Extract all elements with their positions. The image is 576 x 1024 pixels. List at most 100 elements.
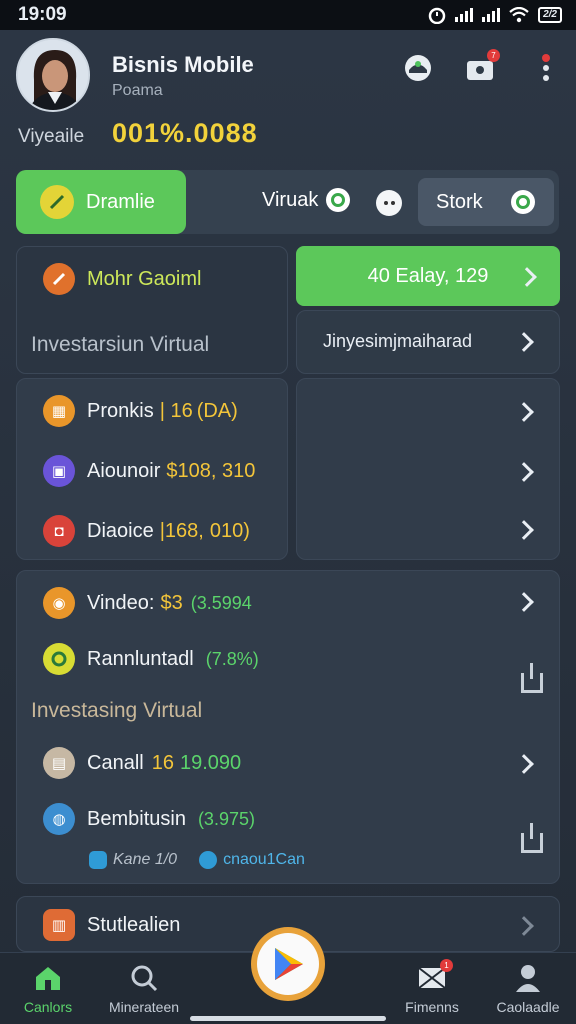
holdings-actions-card <box>296 378 560 560</box>
nav-label: Canlors <box>23 999 73 1015</box>
tab-dramlie[interactable]: Dramlie <box>16 170 186 234</box>
chevron-right-icon[interactable] <box>514 402 534 422</box>
tag-icon <box>89 851 107 869</box>
helmet-icon <box>405 55 431 81</box>
card-title: Mohr Gaoiml <box>87 267 202 290</box>
list-item[interactable]: ◘ Diaoice |168, 010) <box>43 515 250 547</box>
item-amount: 16 <box>151 751 174 774</box>
alarm-icon <box>428 7 446 24</box>
nav-item-canlors[interactable]: Canlors <box>0 963 96 1015</box>
film-icon: ▤ <box>43 747 75 779</box>
chevron-right-icon <box>517 267 537 287</box>
tab-stork[interactable]: Stork <box>418 178 554 226</box>
item-note: 19.090 <box>179 751 242 774</box>
list-item[interactable]: ▤ Canall 16 19.090 <box>43 747 241 779</box>
list-item[interactable]: ▦ Pronkis | 16 (DA) <box>43 395 238 427</box>
segmented-tabs: Dramlie Viruak Stork <box>16 170 559 234</box>
chevron-right-icon[interactable] <box>514 520 534 540</box>
box-icon: ◘ <box>43 515 75 547</box>
investment-list-link[interactable]: Jinyesimjmaiharad <box>296 310 560 374</box>
pencil-icon <box>40 185 74 219</box>
item-note: (3.975) <box>197 808 255 829</box>
list-item[interactable]: ◍ Bembitusin (3.975) <box>43 803 255 835</box>
coin-icon: ◉ <box>43 587 75 619</box>
play-icon <box>257 933 319 995</box>
balance-value: 001%.0088 <box>112 118 258 148</box>
item-amount: | 16 <box>159 399 193 422</box>
item-amount: $3 <box>160 591 183 614</box>
item-note: (7.8%) <box>205 648 259 669</box>
holdings-card: ▦ Pronkis | 16 (DA) ▣ Aiounoir $108, 310… <box>16 378 288 560</box>
status-dot-icon <box>510 190 535 214</box>
share-icon[interactable] <box>521 823 543 853</box>
chevron-right-icon[interactable] <box>514 592 534 612</box>
item-note: (3.5994 <box>190 592 252 613</box>
notifications-button[interactable]: 7 <box>464 49 500 84</box>
search-icon <box>129 963 159 993</box>
signal-icon-2 <box>482 8 501 22</box>
home-icon <box>33 963 63 993</box>
profile-photo <box>18 40 88 110</box>
wifi-icon <box>509 7 529 23</box>
mail-icon: 1 <box>417 959 453 993</box>
user-status-button[interactable] <box>402 52 434 84</box>
globe-icon: ◍ <box>43 803 75 835</box>
item-amount: $108, 310 <box>166 459 256 482</box>
tag-icon <box>199 851 218 869</box>
play-fab-button[interactable] <box>251 927 325 1001</box>
nav-label: Minerateen <box>108 999 180 1015</box>
image-icon: ▣ <box>43 455 75 487</box>
investment-summary-card[interactable]: Mohr Gaoiml Investarsiun Virtual <box>16 246 288 374</box>
nav-item-minerateen[interactable]: Minerateen <box>96 963 192 1015</box>
item-name: Diaoice <box>87 519 154 542</box>
more-vertical-icon <box>542 54 550 81</box>
list-item[interactable]: Rannluntadl (7.8%) <box>43 643 259 675</box>
chevron-right-icon[interactable] <box>514 754 534 774</box>
chevron-right-icon[interactable] <box>514 462 534 482</box>
storage-icon: ▥ <box>43 909 75 941</box>
avatar[interactable] <box>16 38 90 112</box>
nav-label: Fimenns <box>405 999 459 1015</box>
more-options-button[interactable] <box>376 190 402 216</box>
nav-label: Caolaadle <box>496 999 560 1015</box>
chevron-right-icon <box>514 916 534 936</box>
profile-icon <box>513 963 543 993</box>
chevron-right-icon <box>514 332 534 352</box>
item-name: Canall <box>87 751 144 774</box>
tag-link[interactable]: cnaou1Can <box>199 851 305 869</box>
tag-label: cnaou1Can <box>223 851 305 868</box>
notification-badge: 1 <box>440 959 453 972</box>
calendar-icon: ▦ <box>43 395 75 427</box>
tag-label: Kane 1/0 <box>113 851 178 868</box>
list-item: ▥ Stutlealien <box>43 909 180 941</box>
account-label: Viyeaile <box>18 126 85 147</box>
list-item[interactable]: ▣ Aiounoir $108, 310 <box>43 455 255 487</box>
section-title: Investasing Virtual <box>31 699 203 722</box>
button-label: 40 Ealay, 129 <box>367 264 489 287</box>
item-note: (DA) <box>196 399 238 422</box>
link-label: Jinyesimjmaiharad <box>323 331 473 351</box>
item-name: Vindeo: <box>87 591 155 614</box>
item-name: Stutlealien <box>87 913 181 936</box>
app-title: Bisnis Mobile <box>112 52 254 77</box>
balance-action-button[interactable]: 40 Ealay, 129 <box>296 246 560 306</box>
more-menu-button[interactable] <box>530 52 562 84</box>
card-header: Mohr Gaoiml <box>43 263 201 295</box>
signal-icon <box>455 8 474 22</box>
item-name: Bembitusin <box>87 807 186 830</box>
home-indicator <box>190 1016 386 1021</box>
list-item[interactable]: ◉ Vindeo: $3 (3.5994 <box>43 587 252 619</box>
rocket-icon <box>43 263 75 295</box>
share-icon[interactable] <box>521 663 543 693</box>
battery-icon: 2/2 <box>538 7 562 23</box>
item-name: Pronkis <box>87 399 154 422</box>
nav-item-fimenns[interactable]: 1 Fimenns <box>384 959 480 1015</box>
nav-item-caolaadle[interactable]: Caolaadle <box>480 963 576 1015</box>
tag-links: Kane 1/0 cnaou1Can <box>89 851 305 869</box>
tab-viruak[interactable]: Viruak <box>262 188 351 212</box>
tab-label: Viruak <box>262 188 319 211</box>
item-amount: |168, <box>159 519 204 542</box>
tag-link[interactable]: Kane 1/0 <box>89 851 177 869</box>
target-icon <box>43 643 75 675</box>
notification-badge: 7 <box>487 49 500 62</box>
